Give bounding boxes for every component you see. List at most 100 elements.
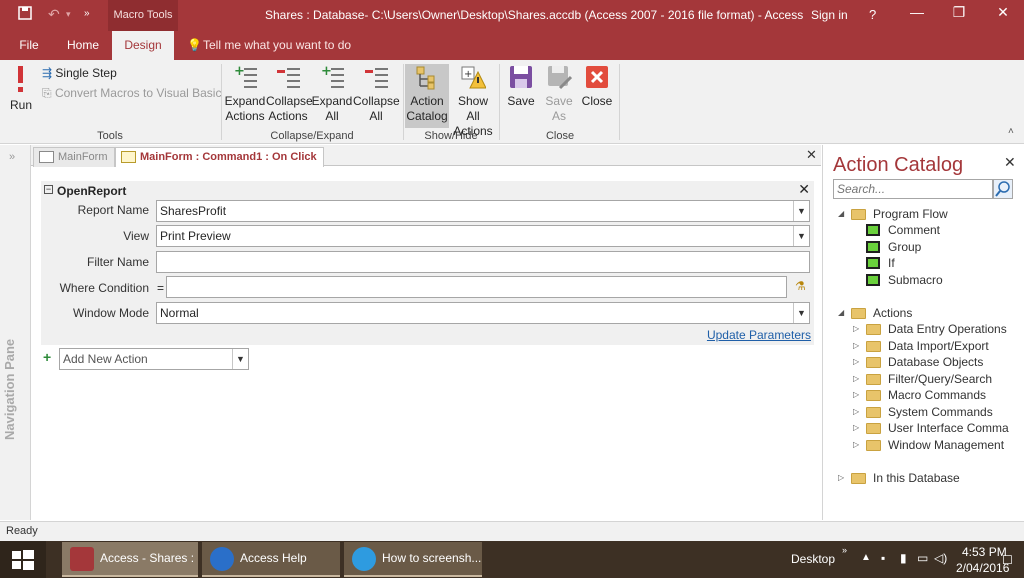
tab-design[interactable]: Design [112, 31, 174, 60]
tree-item-system-commands[interactable]: System Commands [888, 405, 993, 419]
collapse-ribbon-icon[interactable]: ˄ [1008, 126, 1014, 137]
expand-all-button[interactable]: + Expand All [311, 64, 353, 124]
minimize-button[interactable]: — [902, 4, 932, 20]
chevron-down-icon[interactable]: ▼ [793, 226, 809, 246]
close-window-button[interactable]: ✕ [988, 4, 1018, 21]
tree-item-if[interactable]: If [888, 256, 895, 270]
filter-name-field[interactable] [156, 251, 810, 273]
report-name-select[interactable]: SharesProfit ▼ [156, 200, 810, 222]
tree-item-macro-commands[interactable]: Macro Commands [888, 388, 986, 402]
taskbar-help-app[interactable]: Access Help [202, 542, 340, 577]
run-button[interactable]: Run [6, 64, 36, 113]
convert-icon: ⎘ [42, 86, 52, 100]
tab-file[interactable]: File [8, 31, 50, 60]
sign-in-link[interactable]: Sign in [811, 8, 848, 22]
delete-action-icon[interactable]: ✕ [798, 181, 810, 198]
tree-collapsed-icon[interactable]: ▷ [838, 473, 844, 482]
tree-program-flow[interactable]: Program Flow [873, 207, 948, 221]
save-icon[interactable] [18, 6, 32, 23]
convert-macros-button[interactable]: ⎘ Convert Macros to Visual Basic [42, 86, 221, 101]
expand-actions-button[interactable]: + Expand Actions [224, 64, 266, 124]
start-button[interactable] [0, 541, 46, 578]
close-document-icon[interactable]: ✕ [806, 147, 817, 163]
action-block[interactable]: − OpenReport ✕ Report Name SharesProfit … [41, 181, 814, 345]
tray-overflow-icon[interactable]: ▲ [861, 552, 871, 563]
add-new-action-select[interactable]: Add New Action ▼ [59, 348, 249, 370]
show-all-actions-button[interactable]: + Show All Actions [450, 64, 496, 139]
tree-item-ui-commands[interactable]: User Interface Comma [888, 421, 1009, 435]
collapse-actions-button[interactable]: Collapse Actions [266, 64, 313, 124]
save-as-button[interactable]: Save As [542, 64, 576, 124]
window-mode-select[interactable]: Normal ▼ [156, 302, 810, 324]
expand-nav-icon[interactable]: » [9, 151, 15, 163]
taskbar-ie-app[interactable]: How to screensh... [344, 542, 482, 577]
tree-in-this-database[interactable]: In this Database [873, 471, 960, 485]
tree-actions[interactable]: Actions [873, 306, 912, 320]
collapse-all-button[interactable]: Collapse All [353, 64, 400, 124]
svg-text:+: + [321, 64, 332, 79]
collapse-toggle-icon[interactable]: − [44, 185, 53, 194]
qat-customize-icon[interactable]: » [84, 8, 90, 19]
tree-collapsed-icon[interactable]: ▷ [853, 407, 859, 416]
tree-collapsed-icon[interactable]: ▷ [853, 324, 859, 333]
undo-dropdown-icon[interactable]: ▾ [66, 9, 71, 20]
chevron-down-icon[interactable]: ▼ [793, 303, 809, 323]
navigation-pane[interactable]: » Navigation Pane [0, 145, 31, 520]
tree-collapsed-icon[interactable]: ▷ [853, 423, 859, 432]
folder-icon [866, 407, 881, 418]
tree-collapsed-icon[interactable]: ▷ [853, 341, 859, 350]
save-disk-icon [508, 64, 534, 90]
window-title: Shares : Database- C:\Users\Owner\Deskto… [265, 8, 804, 22]
tree-collapsed-icon[interactable]: ▷ [853, 440, 859, 449]
close-catalog-icon[interactable]: ✕ [1004, 154, 1016, 171]
search-icon[interactable] [993, 179, 1013, 199]
tree-item-data-import[interactable]: Data Import/Export [888, 339, 989, 353]
lightbulb-icon: 💡 [187, 38, 202, 52]
save-as-label-1: Save [545, 94, 573, 108]
single-step-button[interactable]: ⇶ Single Step [42, 66, 117, 80]
window-mode-value: Normal [160, 306, 199, 320]
desktop-toolbar[interactable]: Desktop [791, 552, 835, 566]
tree-item-database-objects[interactable]: Database Objects [888, 355, 983, 369]
network-icon[interactable]: ▮ [900, 551, 907, 565]
tree-collapsed-icon[interactable]: ▷ [853, 390, 859, 399]
close-macro-button[interactable]: Close [580, 64, 614, 109]
expression-builder-icon[interactable]: ⚗ [795, 279, 806, 293]
close-label: Close [581, 94, 613, 108]
catalog-search-input[interactable] [833, 179, 993, 199]
chevron-down-icon[interactable]: ▼ [793, 201, 809, 221]
tab-mainform[interactable]: MainForm [33, 147, 115, 167]
undo-icon[interactable]: ↶ [48, 6, 60, 23]
tab-mainform-label: MainForm [58, 151, 108, 163]
tell-me-search[interactable]: Tell me what you want to do [203, 31, 351, 60]
where-condition-field[interactable] [166, 276, 787, 298]
macro-tools-context-tab: Macro Tools [108, 0, 178, 31]
tree-item-comment[interactable]: Comment [888, 223, 940, 237]
tree-item-submacro[interactable]: Submacro [888, 273, 943, 287]
save-button[interactable]: Save [505, 64, 537, 109]
action-catalog-button[interactable]: Action Catalog [405, 64, 449, 128]
update-parameters-link[interactable]: Update Parameters [707, 328, 811, 342]
view-select[interactable]: Print Preview ▼ [156, 225, 810, 247]
tree-collapsed-icon[interactable]: ▷ [853, 374, 859, 383]
tray-app-icon[interactable]: ▪ [881, 551, 885, 565]
tree-collapsed-icon[interactable]: ▷ [853, 357, 859, 366]
help-button[interactable]: ? [869, 7, 876, 22]
restore-button[interactable]: ❐ [944, 4, 974, 21]
notifications-icon[interactable]: ☐ [1002, 553, 1013, 567]
volume-icon[interactable]: ◁) [934, 551, 947, 565]
tree-item-data-entry[interactable]: Data Entry Operations [888, 322, 1007, 336]
tree-expanded-icon[interactable]: ◢ [838, 209, 844, 218]
clock-time[interactable]: 4:53 PM [962, 545, 1007, 559]
desktop-toolbar-chevron-icon[interactable]: » [842, 545, 847, 555]
tab-home[interactable]: Home [57, 31, 109, 60]
power-icon[interactable]: ▭ [917, 551, 928, 565]
tree-item-filter-query[interactable]: Filter/Query/Search [888, 372, 992, 386]
tree-item-group[interactable]: Group [888, 240, 921, 254]
tree-item-window-management[interactable]: Window Management [888, 438, 1004, 452]
tree-expanded-icon[interactable]: ◢ [838, 308, 844, 317]
tab-macro-onclick[interactable]: MainForm : Command1 : On Click [115, 147, 324, 167]
taskbar-access-app[interactable]: Access - Shares : ... [62, 542, 198, 577]
chevron-down-icon[interactable]: ▼ [232, 349, 248, 369]
collapse-expand-group-label: Collapse/Expand [270, 130, 354, 142]
